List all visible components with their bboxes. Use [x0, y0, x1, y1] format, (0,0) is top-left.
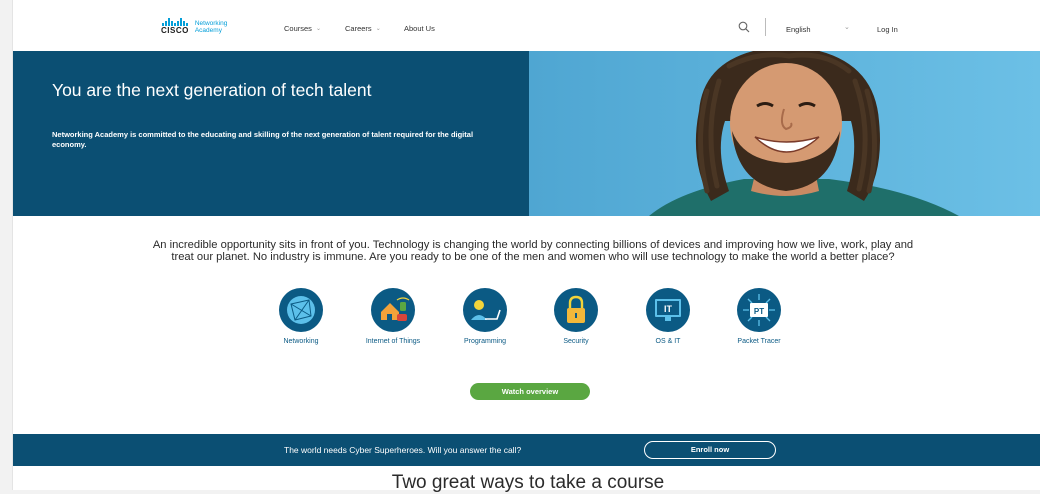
cyber-superheroes-banner: The world needs Cyber Superheroes. Will … [13, 434, 1040, 466]
category-programming[interactable]: Programming [450, 288, 520, 346]
header-divider [765, 18, 766, 36]
nav-about-us[interactable]: About Us [404, 24, 435, 33]
cisco-bars-icon [162, 18, 188, 26]
category-label: Programming [463, 338, 506, 345]
programmer-icon [463, 288, 507, 332]
hero-title: You are the next generation of tech tale… [52, 80, 372, 100]
chevron-down-icon[interactable]: ⌄ [844, 23, 850, 31]
category-label: Internet of Things [365, 338, 421, 345]
svg-text:PT: PT [754, 307, 764, 316]
academy-wordmark: Networking Academy [194, 19, 228, 34]
category-internet-of-things[interactable]: Internet of Things [358, 288, 428, 346]
site-header: CISCO Networking Academy Courses ⌄ Caree… [13, 0, 1040, 50]
search-icon[interactable] [737, 20, 751, 34]
hero-photo [529, 51, 1040, 216]
section-title: Two great ways to take a course [391, 472, 665, 493]
enroll-now-button[interactable]: Enroll now [644, 441, 776, 459]
packet-tracer-icon: PT [737, 288, 781, 332]
padlock-icon [554, 288, 598, 332]
chevron-down-icon: ⌄ [375, 26, 381, 32]
category-label: Packet Tracer [737, 338, 781, 345]
svg-text:IT: IT [664, 304, 673, 314]
watch-overview-button[interactable]: Watch overview [470, 383, 590, 400]
intro-paragraph: An incredible opportunity sits in front … [152, 239, 914, 263]
category-label: OS & IT [655, 338, 681, 345]
category-security[interactable]: Security [541, 288, 611, 346]
language-select[interactable]: English [786, 25, 811, 34]
smiling-student-image [529, 51, 1040, 216]
iot-house-icon [371, 288, 415, 332]
banner-text: The world needs Cyber Superheroes. Will … [284, 445, 522, 455]
chevron-down-icon: ⌄ [315, 26, 321, 32]
cisco-logo-mark: CISCO [161, 18, 189, 35]
page-frame: CISCO Networking Academy Courses ⌄ Caree… [12, 0, 1040, 493]
category-label: Security [563, 338, 589, 345]
login-link[interactable]: Log In [877, 25, 898, 34]
category-label: Networking [283, 338, 319, 345]
category-packet-tracer[interactable]: PT Packet Tracer [724, 288, 794, 346]
globe-network-icon [279, 288, 323, 332]
cisco-networking-academy-logo[interactable]: CISCO Networking Academy [161, 18, 227, 35]
monitor-it-icon: IT [646, 288, 690, 332]
nav-courses[interactable]: Courses ⌄ [284, 24, 321, 33]
category-os-it[interactable]: IT OS & IT [633, 288, 703, 346]
nav-careers[interactable]: Careers ⌄ [345, 24, 381, 33]
hero-text-panel: You are the next generation of tech tale… [13, 51, 529, 216]
hero-subtitle: Networking Academy is committed to the e… [52, 130, 474, 149]
hero-banner: You are the next generation of tech tale… [13, 51, 1040, 216]
category-networking[interactable]: Networking [266, 288, 336, 346]
cisco-wordmark: CISCO [161, 26, 189, 35]
course-categories: Networking Internet of Things Programmin… [13, 288, 1040, 368]
